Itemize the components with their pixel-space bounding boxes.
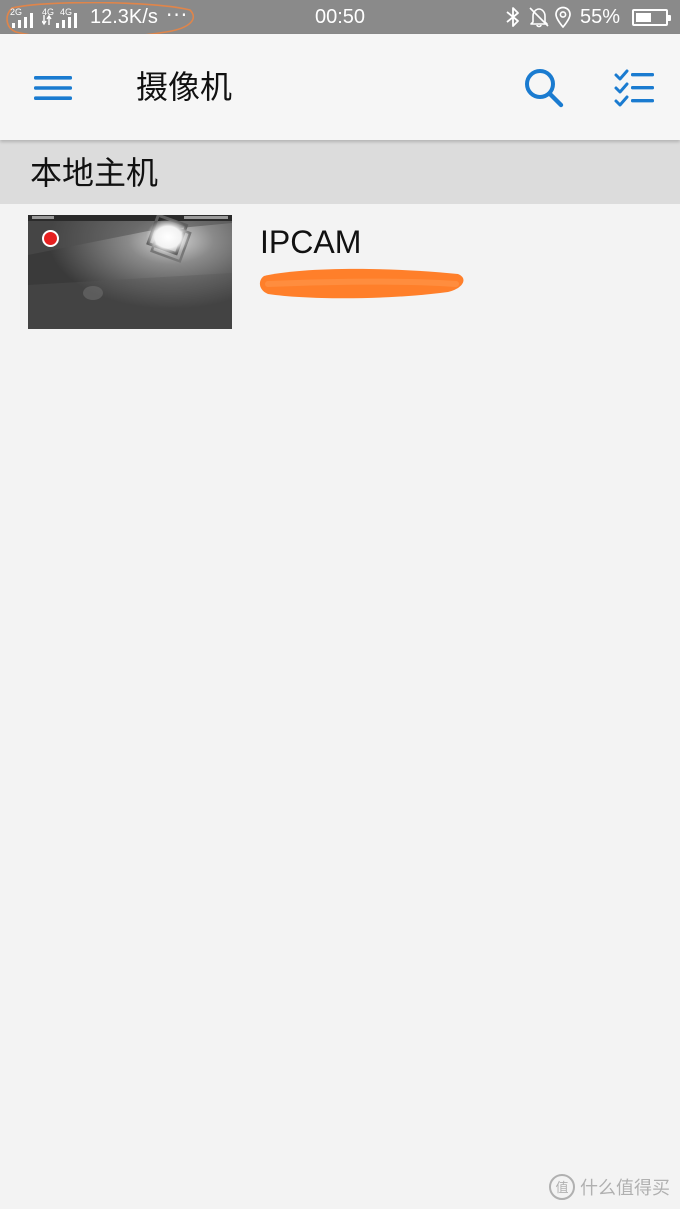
search-button[interactable] [516,62,572,112]
watermark: 值 什么值得买 [548,1173,670,1201]
battery-fill [636,13,652,22]
menu-icon [34,76,72,100]
battery-tip [668,15,671,21]
clock: 00:50 [314,6,366,28]
search-icon [525,69,564,108]
section-title: 本地主机 [30,154,159,192]
bluetooth-icon [506,7,519,27]
status-bar: 2G 4G 4G 12.3K/s ··· 00:50 55% [0,0,680,39]
location-icon [555,6,571,28]
camera-preview-image [28,215,232,329]
app-bar: 摄像机 [0,34,680,140]
camera-list-item[interactable]: IPCAM [0,204,680,344]
recording-indicator [42,230,59,247]
multi-select-button[interactable] [606,62,664,112]
smzdm-logo-icon: 值 [549,1174,575,1200]
camera-name: IPCAM [260,224,362,260]
page-title: 摄像机 [136,68,233,106]
menu-button[interactable] [24,66,80,110]
checklist-icon [614,69,654,107]
bell-off-icon [529,7,549,28]
watermark-text: 什么值得买 [580,1178,670,1199]
section-header-local-host: 本地主机 [0,140,680,204]
redaction-scribble [259,268,464,299]
camera-thumbnail[interactable] [28,215,232,329]
battery-percent: 55% [580,6,621,28]
camera-list-screen: 2G 4G 4G 12.3K/s ··· 00:50 55% 摄像机 本地主机 … [0,0,680,1209]
svg-text:值: 值 [555,1180,568,1196]
battery-icon [632,9,671,26]
